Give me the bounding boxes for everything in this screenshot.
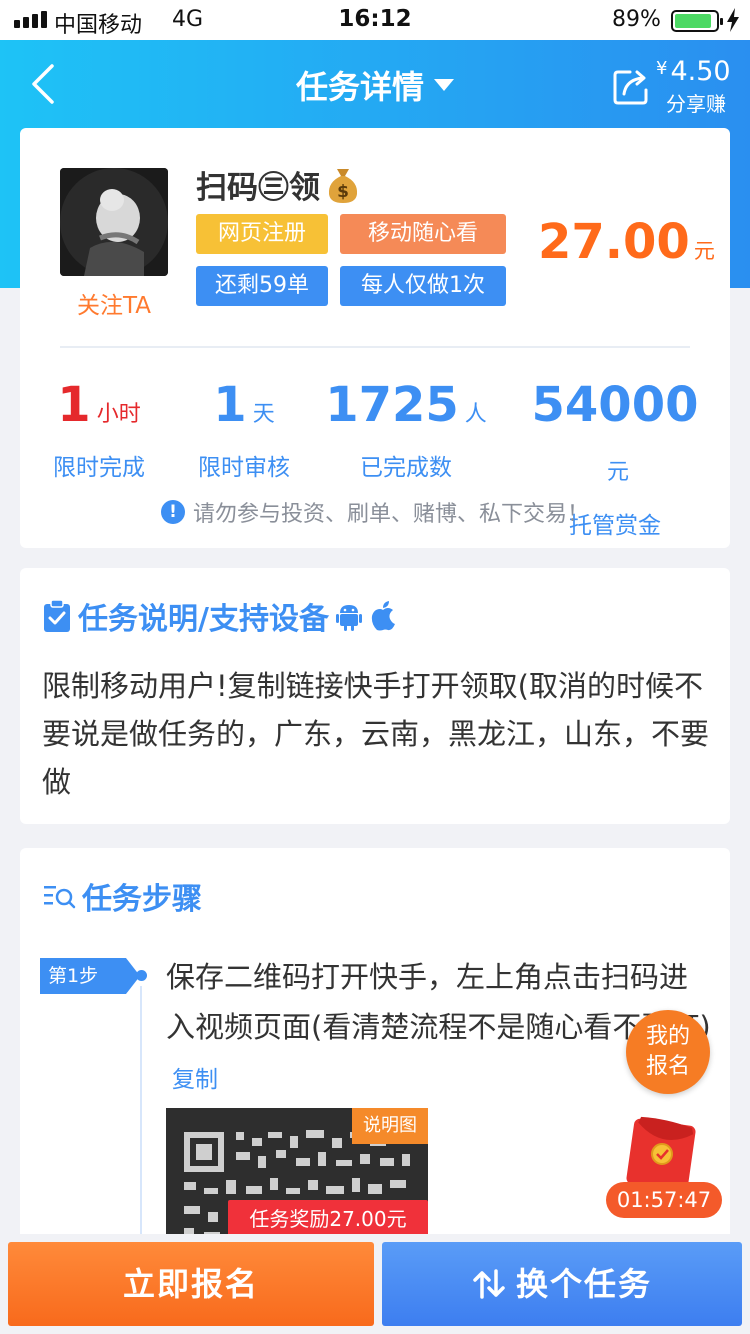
- signup-button[interactable]: 立即报名: [8, 1242, 374, 1326]
- status-bar: 中国移动 4G 16:12 89%: [0, 0, 750, 40]
- divider: [60, 346, 690, 348]
- money-bag-icon: $: [328, 168, 358, 203]
- timeline-dot: [136, 970, 147, 981]
- stat-value: 1725: [325, 377, 459, 433]
- countdown-timer: 01:57:47: [606, 1182, 722, 1218]
- share-amount-value: 4.50: [670, 56, 731, 87]
- my-signup-line2: 报名: [645, 1054, 690, 1079]
- stat-unit: 天: [252, 402, 275, 427]
- stat-unit: 小时: [96, 402, 141, 427]
- task-price: 27.00 元: [538, 214, 715, 270]
- task-summary-card: 关注TA 扫码㊂领 $ 网页注册 移动随心看 还剩59单 每人仅做1次 27.0…: [20, 128, 730, 548]
- stat-review-limit: 1天 限时审核: [178, 376, 310, 482]
- battery-percent: 89%: [612, 7, 661, 32]
- qr-image-label: 说明图: [352, 1108, 428, 1144]
- price-value: 27.00: [538, 214, 690, 270]
- stat-label: 限时完成: [53, 455, 145, 481]
- share-earn-label[interactable]: 分享赚: [666, 88, 726, 117]
- exclamation-icon: !: [160, 500, 185, 524]
- share-amount[interactable]: ¥4.50: [656, 56, 731, 87]
- stat-value: 1: [213, 377, 247, 433]
- apple-icon: [371, 601, 395, 631]
- stat-label: 限时审核: [198, 455, 290, 481]
- description-title: 任务说明/支持设备: [42, 594, 397, 638]
- description-title-text: 任务说明/支持设备: [78, 602, 329, 637]
- currency-symbol: ¥: [656, 58, 668, 79]
- stat-value: 54000: [531, 377, 699, 433]
- svg-text:$: $: [337, 182, 349, 202]
- avatar[interactable]: [60, 168, 168, 276]
- reward-tooltip: 任务奖励27.00元: [228, 1200, 428, 1248]
- step-badge: 第1步: [40, 958, 140, 994]
- copy-link[interactable]: 复制: [172, 1067, 218, 1093]
- android-icon: [335, 605, 362, 631]
- page-title-text: 任务详情: [295, 68, 424, 106]
- tag-once-per-person: 每人仅做1次: [340, 266, 506, 306]
- clipboard-check-icon: [44, 599, 70, 632]
- tag-remaining: 还剩59单: [196, 266, 328, 306]
- description-text: 限制移动用户!复制链接快手打开领取(取消的时候不要说是做任务的，广东，云南，黑龙…: [42, 669, 710, 799]
- dropdown-triangle-icon: [434, 79, 454, 91]
- follow-button[interactable]: 关注TA: [60, 286, 168, 320]
- charging-icon: [727, 8, 739, 32]
- battery-icon: [671, 10, 723, 32]
- avatar-cat-photo: [60, 168, 168, 276]
- stat-time-limit: 1 小时 限时完成: [34, 376, 164, 482]
- task-description-card: 任务说明/支持设备 限制移动用户!复制链接快手打开领取(取消的时候不要说是做任务…: [20, 568, 730, 824]
- tag-web-register: 网页注册: [196, 214, 328, 254]
- steps-title: 任务步骤: [42, 874, 202, 918]
- stat-value: 1: [57, 377, 91, 433]
- my-signup-button[interactable]: 我的 报名: [626, 1010, 710, 1094]
- warning-text: 请勿参与投资、刷单、赌博、私下交易！: [192, 502, 589, 527]
- timeline-line: [140, 986, 142, 1276]
- price-unit: 元: [693, 239, 715, 263]
- red-packet-icon[interactable]: [626, 1116, 696, 1192]
- switch-task-button[interactable]: 换个任务: [382, 1242, 742, 1326]
- my-signup-line1: 我的: [645, 1024, 690, 1049]
- stat-unit: 人: [464, 402, 487, 427]
- swap-arrows-icon: [473, 1269, 505, 1299]
- steps-title-text: 任务步骤: [82, 882, 202, 917]
- switch-task-label: 换个任务: [515, 1265, 652, 1303]
- list-search-icon: [44, 886, 76, 909]
- task-name-text: 扫码㊂领: [196, 170, 320, 206]
- stat-unit: 元: [606, 460, 629, 485]
- tag-mobile-watch: 移动随心看: [340, 214, 506, 254]
- stat-completed: 1725 人 已完成数: [320, 376, 492, 482]
- stat-label: 已完成数: [360, 455, 452, 481]
- warning-notice: ! 请勿参与投资、刷单、赌博、私下交易！: [20, 496, 730, 528]
- share-icon[interactable]: [612, 66, 652, 106]
- task-name: 扫码㊂领 $: [196, 162, 360, 207]
